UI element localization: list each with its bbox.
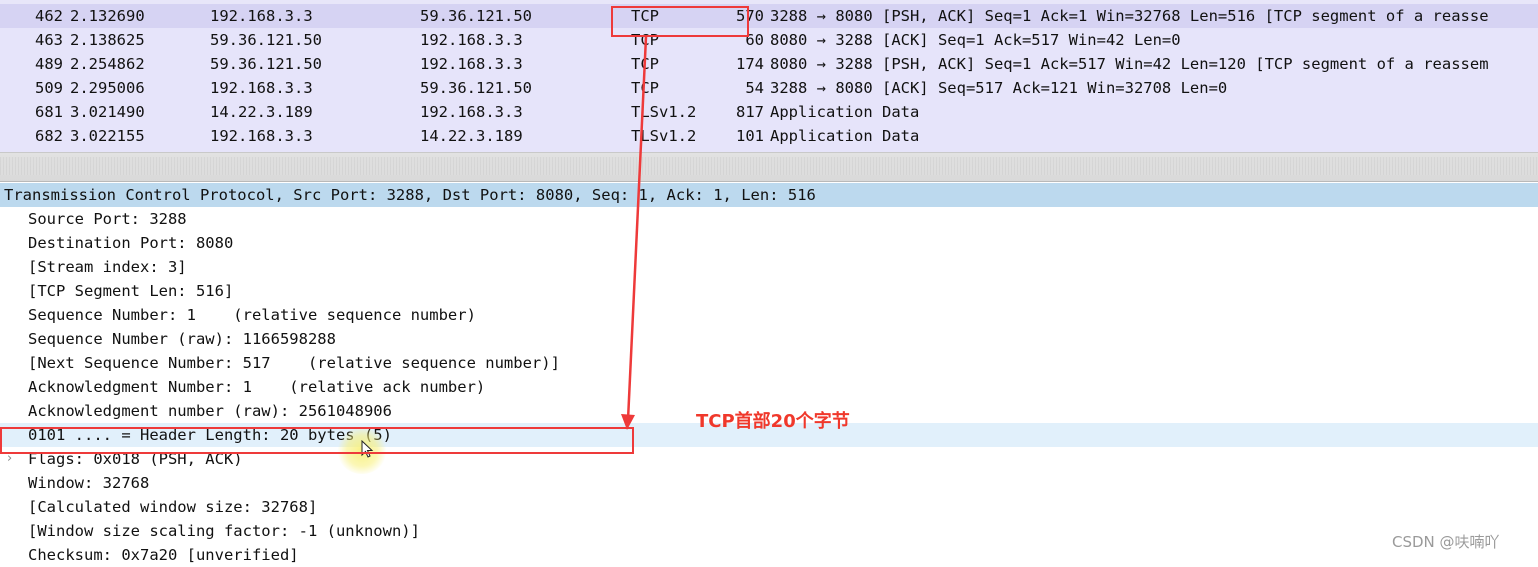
annotation-label: TCP首部20个字节	[696, 411, 850, 432]
annotation-arrow	[621, 36, 648, 430]
watermark: CSDN @呋喃吖	[1392, 533, 1500, 551]
